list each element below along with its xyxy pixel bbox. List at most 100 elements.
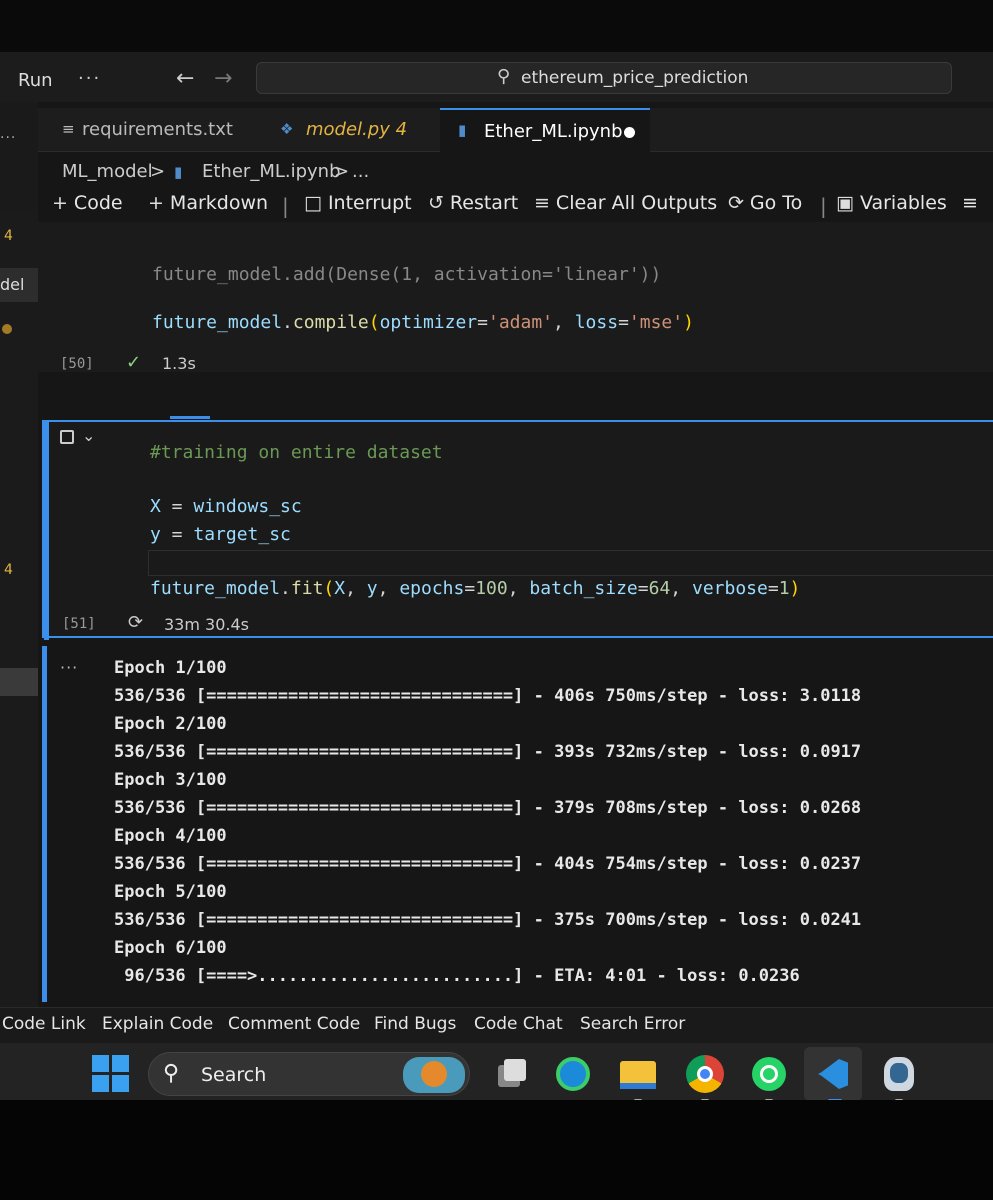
- edge-browser-icon[interactable]: [554, 1055, 592, 1093]
- taskbar-search-label: Search: [201, 1064, 267, 1086]
- text-file-icon: ≡: [62, 120, 75, 138]
- windows-taskbar: ⚲ Search: [0, 1043, 993, 1105]
- code-comment[interactable]: #training on entire dataset: [150, 442, 443, 463]
- interrupt-button[interactable]: □ Interrupt: [304, 192, 412, 214]
- code-cell-50[interactable]: future_model.add(Dense(1, activation='li…: [38, 222, 993, 373]
- editor-tab-bar: ≡ requirements.txt ❖ model.py 4 ▮ Ether_…: [38, 108, 993, 152]
- task-view-icon[interactable]: [492, 1055, 530, 1093]
- go-to-button[interactable]: ⟳ Go To: [728, 192, 802, 214]
- variables-icon: ▣: [836, 192, 854, 214]
- stop-square-icon: □: [304, 192, 322, 214]
- execution-duration: 33m 30.4s: [164, 615, 249, 634]
- output-line: Epoch 4/100: [114, 826, 227, 846]
- cell-output: ··· Epoch 1/100 536/536 [===============…: [42, 646, 993, 1006]
- title-bar: Run ··· ← → ⚲ ethereum_price_prediction: [0, 52, 993, 102]
- variables-button[interactable]: ▣ Variables: [836, 192, 947, 214]
- chevron-down-icon[interactable]: ⌄: [82, 426, 95, 445]
- tab-label: model.py 4: [306, 119, 408, 140]
- notebook-editor: future_model.add(Dense(1, activation='li…: [38, 222, 993, 1007]
- breadcrumb-separator: >: [150, 161, 166, 182]
- code-line-x[interactable]: X = windows_sc: [150, 496, 302, 517]
- notebook-toolbar: + Code + Markdown | □ Interrupt ↺ Restart ≡ C…: [38, 188, 993, 222]
- comment-code-button[interactable]: Comment Code: [228, 1014, 360, 1034]
- clear-outputs-icon: ≡: [534, 192, 550, 214]
- toolbar-divider: |: [282, 194, 289, 218]
- notebook-file-icon: ▮: [174, 163, 183, 181]
- tab-label: requirements.txt: [82, 119, 233, 140]
- output-line: Epoch 3/100: [114, 770, 227, 790]
- explain-code-button[interactable]: Explain Code: [102, 1014, 213, 1034]
- cell-select-checkbox[interactable]: [60, 430, 74, 444]
- code-line-y[interactable]: y = target_sc: [150, 524, 291, 545]
- vscode-window: Run ··· ← → ⚲ ethereum_price_prediction …: [0, 52, 993, 1105]
- tab-ether-ml-notebook[interactable]: ▮ Ether_ML.ipynb: [440, 108, 650, 152]
- outline-icon[interactable]: ≡: [962, 192, 978, 214]
- command-center-text: ethereum_price_prediction: [521, 68, 749, 88]
- toolbar-divider: |: [820, 194, 827, 218]
- output-line: Epoch 2/100: [114, 714, 227, 734]
- windows-start-icon[interactable]: [92, 1055, 130, 1093]
- breadcrumb-folder[interactable]: ML_model: [62, 161, 153, 182]
- plus-icon: +: [148, 192, 164, 214]
- tab-requirements[interactable]: ≡ requirements.txt: [38, 108, 256, 152]
- breadcrumb-more[interactable]: ...: [352, 161, 369, 182]
- output-line: 536/536 [==============================]…: [114, 910, 862, 930]
- output-line: 96/536 [====>.........................] …: [114, 966, 800, 986]
- unsaved-dot-icon[interactable]: [624, 127, 635, 138]
- tab-model-py[interactable]: ❖ model.py 4: [256, 108, 440, 152]
- explorer-panel: 4 del 4: [0, 210, 38, 1010]
- output-line: Epoch 5/100: [114, 882, 227, 902]
- output-line: Epoch 6/100: [114, 938, 227, 958]
- search-icon: ⚲: [497, 66, 511, 87]
- code-cell-51[interactable]: ⌄ #training on entire dataset X = window…: [42, 420, 993, 640]
- code-link-button[interactable]: Code Link: [2, 1014, 86, 1034]
- accounts-more-icon[interactable]: ···: [0, 130, 16, 146]
- search-error-button[interactable]: Search Error: [580, 1014, 685, 1034]
- success-check-icon: ✓: [126, 352, 142, 373]
- taskbar-search[interactable]: ⚲ Search: [148, 1052, 470, 1096]
- postgresql-icon[interactable]: [880, 1055, 918, 1093]
- code-chat-button[interactable]: Code Chat: [474, 1014, 563, 1034]
- explorer-selected-item[interactable]: del: [0, 268, 38, 302]
- back-arrow-icon[interactable]: ←: [176, 66, 194, 91]
- breadcrumb-separator: >: [334, 161, 350, 182]
- output-more-icon[interactable]: ···: [60, 658, 78, 677]
- running-spinner-icon: ⟳: [128, 612, 144, 633]
- screen-bezel-bottom: [0, 1100, 993, 1200]
- vscode-icon[interactable]: [814, 1055, 852, 1093]
- breadcrumb: ML_model > ▮ Ether_ML.ipynb > ...: [38, 158, 638, 186]
- output-line: 536/536 [==============================]…: [114, 798, 862, 818]
- plus-icon: +: [52, 192, 68, 214]
- file-explorer-icon[interactable]: [618, 1055, 656, 1093]
- code-line-compile[interactable]: future_model.compile(optimizer='adam', l…: [152, 312, 694, 333]
- breadcrumb-file[interactable]: Ether_ML.ipynb: [202, 161, 341, 182]
- clear-all-outputs-button[interactable]: ≡ Clear All Outputs: [534, 192, 717, 214]
- menu-more-icon[interactable]: ···: [78, 68, 101, 89]
- output-line: 536/536 [==============================]…: [114, 854, 862, 874]
- modified-dot-icon: [2, 324, 12, 334]
- execution-count: [50]: [60, 356, 94, 372]
- execution-count: [51]: [62, 616, 96, 632]
- command-center-search[interactable]: ⚲ ethereum_price_prediction: [256, 62, 952, 94]
- code-line-fit[interactable]: future_model.fit(X, y, epochs=100, batch…: [150, 578, 800, 599]
- chrome-browser-icon[interactable]: [686, 1055, 724, 1093]
- explorer-item-label: del: [0, 275, 25, 294]
- tab-label: Ether_ML.ipynb: [484, 121, 623, 142]
- search-icon: ⚲: [163, 1061, 180, 1086]
- find-bugs-button[interactable]: Find Bugs: [374, 1014, 456, 1034]
- code-assistant-bar: Code Link Explain Code Comment Code Find…: [0, 1007, 993, 1043]
- go-to-icon: ⟳: [728, 192, 744, 214]
- explorer-hover-item[interactable]: [0, 668, 38, 696]
- problem-count-badge: 4: [4, 228, 13, 244]
- search-highlight-tiger-icon[interactable]: [403, 1057, 465, 1093]
- output-focus-indicator: [42, 646, 47, 1002]
- restart-button[interactable]: ↺ Restart: [428, 192, 518, 214]
- add-code-cell-button[interactable]: + Code: [52, 192, 123, 214]
- add-cell-divider[interactable]: [170, 416, 210, 419]
- whatsapp-icon[interactable]: [750, 1055, 788, 1093]
- add-markdown-cell-button[interactable]: + Markdown: [148, 192, 268, 214]
- menu-run[interactable]: Run: [18, 70, 53, 91]
- forward-arrow-icon[interactable]: →: [214, 66, 232, 91]
- cell-focus-indicator: [44, 422, 49, 640]
- problem-count-badge-2: 4: [4, 562, 13, 578]
